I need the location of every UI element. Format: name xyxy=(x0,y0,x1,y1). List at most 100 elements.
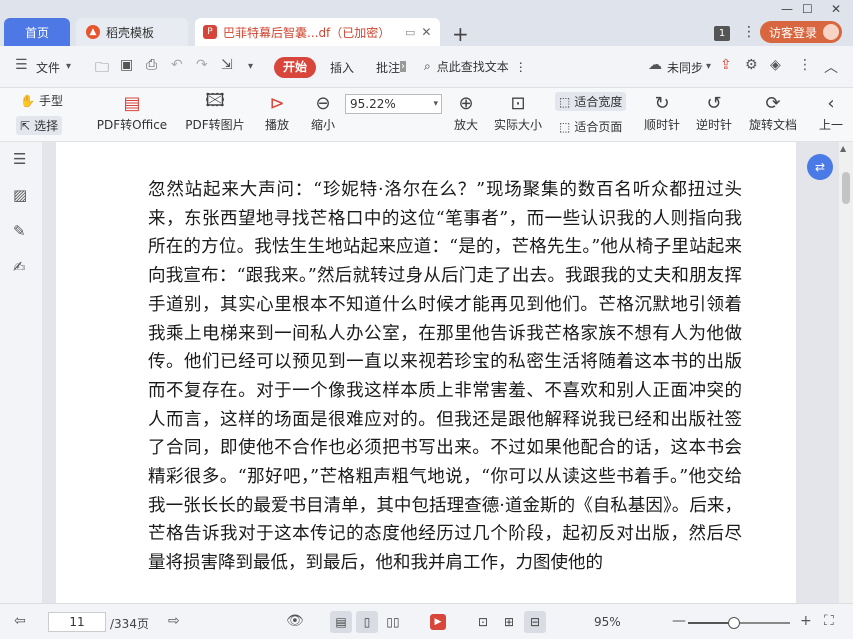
settings-icon[interactable]: ⚙ xyxy=(745,57,758,73)
previous-page-button[interactable]: ‹ 上一 xyxy=(816,90,846,133)
add-tab-button[interactable]: + xyxy=(452,22,469,46)
menu-file[interactable]: 文件 xyxy=(36,59,60,76)
menu-annotate[interactable]: 批注 xyxy=(376,59,400,76)
more-icon[interactable]: ⋮ xyxy=(742,24,756,40)
chevron-left-icon: ‹ xyxy=(827,92,835,114)
tab-document[interactable]: P 巴菲特幕后智囊...df（已加密） ▭ ✕ xyxy=(195,18,440,46)
floating-tool-button[interactable]: ⇄ xyxy=(807,154,833,180)
export-icon[interactable]: ⇲ xyxy=(221,57,233,73)
maximize-window-button[interactable]: ☐ xyxy=(802,2,813,16)
hand-tool-button[interactable]: ✋ 手型 xyxy=(20,92,63,109)
zoom-out-button[interactable]: ⊖ 缩小 xyxy=(308,90,338,133)
eye-protection-icon[interactable]: 👁 xyxy=(286,613,304,629)
zoom-slider-handle[interactable] xyxy=(728,617,740,629)
vertical-scrollbar[interactable]: ▲ xyxy=(839,142,853,603)
chevron-down-icon: ▾ xyxy=(433,99,438,109)
share-icon[interactable]: ⇪ xyxy=(720,57,732,73)
zoom-out-icon[interactable]: — xyxy=(672,613,686,629)
rotate-cw-icon: ↻ xyxy=(654,92,670,114)
chevron-down-icon: ▾ xyxy=(706,61,712,72)
rotate-clockwise-button[interactable]: ↻ 顺时针 xyxy=(642,90,682,133)
skin-icon[interactable]: ◈ xyxy=(770,57,781,73)
pdf-to-image-button[interactable]: 🖾 PDF转图片 xyxy=(184,90,246,133)
sync-status[interactable]: 未同步 xyxy=(667,59,703,76)
rotate-ccw-icon: ↺ xyxy=(706,92,722,114)
close-icon[interactable]: ✕ xyxy=(421,25,431,39)
continuous-page-icon: ▯ xyxy=(363,615,371,629)
zoom-out-icon: ⊖ xyxy=(315,92,331,114)
open-folder-icon[interactable]: 🗀 xyxy=(95,57,109,81)
single-page-view-button[interactable]: ▤ xyxy=(330,611,352,633)
chevron-right-icon[interactable]: › xyxy=(400,61,406,72)
save-icon[interactable]: ▣ xyxy=(120,57,133,73)
guest-login-button[interactable]: 访客登录 xyxy=(760,21,842,43)
fit-width-button[interactable]: ⬚ 适合宽度 xyxy=(555,92,627,111)
zoom-in-button[interactable]: ⊕ 放大 xyxy=(450,90,482,133)
play-icon: ▶ xyxy=(434,617,442,627)
pdf-to-office-button[interactable]: ▤ PDF转Office xyxy=(92,90,172,133)
ribbon-toolbar: ✋ 手型 ⇱ 选择 ▤ PDF转Office 🖾 PDF转图片 ⊳ 播放 ⊖ 缩小 … xyxy=(0,88,853,142)
undo-icon[interactable]: ↶ xyxy=(171,57,183,73)
avatar xyxy=(823,24,840,40)
tab-minimize-icon[interactable]: ▭ xyxy=(405,26,415,39)
rotate-counterclockwise-button[interactable]: ↺ 逆时针 xyxy=(694,90,734,133)
more-icon[interactable]: ⋮ xyxy=(798,57,812,73)
scroll-thumb[interactable] xyxy=(842,172,850,204)
chevron-down-icon: ▾ xyxy=(66,61,72,72)
actual-size-icon: ⊡ xyxy=(477,615,489,629)
continuous-view-button[interactable]: ▯ xyxy=(356,611,378,633)
fit-width-icon: ⬚ xyxy=(559,94,571,109)
arrow-left-icon[interactable]: ⇦ xyxy=(14,613,26,629)
window-count-badge[interactable]: 1 xyxy=(714,26,730,41)
play-button[interactable]: ⊳ 播放 xyxy=(262,90,292,133)
cloud-sync-icon: ☁ xyxy=(648,57,662,73)
menu-start[interactable]: 开始 xyxy=(274,57,316,78)
fit-width-icon: ⊟ xyxy=(529,615,541,629)
chevron-down-icon[interactable]: ▾ xyxy=(248,61,253,72)
fullscreen-icon[interactable]: ⛶ xyxy=(824,613,834,629)
outline-icon[interactable]: ☰ xyxy=(13,150,26,168)
page-total: /334页 xyxy=(110,617,149,631)
menu-insert[interactable]: 插入 xyxy=(330,59,354,76)
tab-home[interactable]: 首页 xyxy=(4,18,70,46)
play-slideshow-button[interactable]: ▶ xyxy=(430,614,446,630)
document-viewport[interactable]: 忽然站起来大声问：“珍妮特·洛尔在么？”现场聚集的数百名听众都扭过头来，东张西望… xyxy=(42,142,853,603)
fit-width-status-button[interactable]: ⊟ xyxy=(524,611,546,633)
rotate-document-icon: ⟳ xyxy=(765,92,781,114)
zoom-slider[interactable] xyxy=(688,617,790,629)
single-page-icon: ▤ xyxy=(335,615,347,629)
page-number-input[interactable]: 11 xyxy=(48,612,106,632)
play-icon: ⊳ xyxy=(269,92,285,114)
annotation-icon[interactable]: ✎ xyxy=(13,222,26,240)
tab-bar: 首页 ▲ 稻壳模板 P 巴菲特幕后智囊...df（已加密） ▭ ✕ + — ☐ … xyxy=(0,0,853,46)
minimize-window-button[interactable]: — xyxy=(781,2,793,16)
print-icon[interactable]: ⎙ xyxy=(146,57,157,73)
two-page-view-button[interactable]: ▯▯ xyxy=(382,611,404,633)
document-text: 忽然站起来大声问：“珍妮特·洛尔在么？”现场聚集的数百名听众都扭过头来，东张西望… xyxy=(148,180,742,574)
fit-page-icon: ⬚ xyxy=(559,119,571,134)
search-input[interactable]: ⌕ 点此查找文本 ⋮ xyxy=(424,58,527,75)
tab-template[interactable]: ▲ 稻壳模板 xyxy=(76,18,188,46)
fit-page-status-button[interactable]: ⊞ xyxy=(498,611,520,633)
select-tool-button[interactable]: ⇱ 选择 xyxy=(16,116,63,135)
document-page: 忽然站起来大声问：“珍妮特·洛尔在么？”现场聚集的数百名听众都扭过头来，东张西望… xyxy=(56,142,796,603)
redo-icon[interactable]: ↷ xyxy=(196,57,208,73)
zoom-in-icon[interactable]: + xyxy=(800,613,812,629)
actual-size-button[interactable]: ⊡ 实际大小 xyxy=(492,90,544,133)
scroll-up-icon[interactable]: ▲ xyxy=(840,144,846,153)
more-icon[interactable]: ⋮ xyxy=(515,60,527,74)
rotate-document-button[interactable]: ⟳ 旋转文档 xyxy=(746,90,800,133)
fit-page-button[interactable]: ⬚ 适合页面 xyxy=(559,118,622,135)
image-icon: 🖾 xyxy=(205,90,225,111)
close-window-button[interactable]: ✕ xyxy=(831,2,841,16)
collapse-ribbon-icon[interactable]: ︿ xyxy=(824,57,838,77)
zoom-select[interactable]: 95.22% ▾ xyxy=(345,94,442,114)
actual-size-status-button[interactable]: ⊡ xyxy=(472,611,494,633)
signature-icon[interactable]: ✍ xyxy=(13,258,26,276)
arrow-right-icon[interactable]: ⇨ xyxy=(168,613,180,629)
zoom-in-icon: ⊕ xyxy=(458,92,474,114)
hamburger-icon[interactable]: ☰ xyxy=(15,57,28,73)
thumbnail-icon[interactable]: ▨ xyxy=(13,186,27,204)
pdf-file-icon: P xyxy=(203,25,217,39)
search-icon: ⌕ xyxy=(424,59,431,73)
